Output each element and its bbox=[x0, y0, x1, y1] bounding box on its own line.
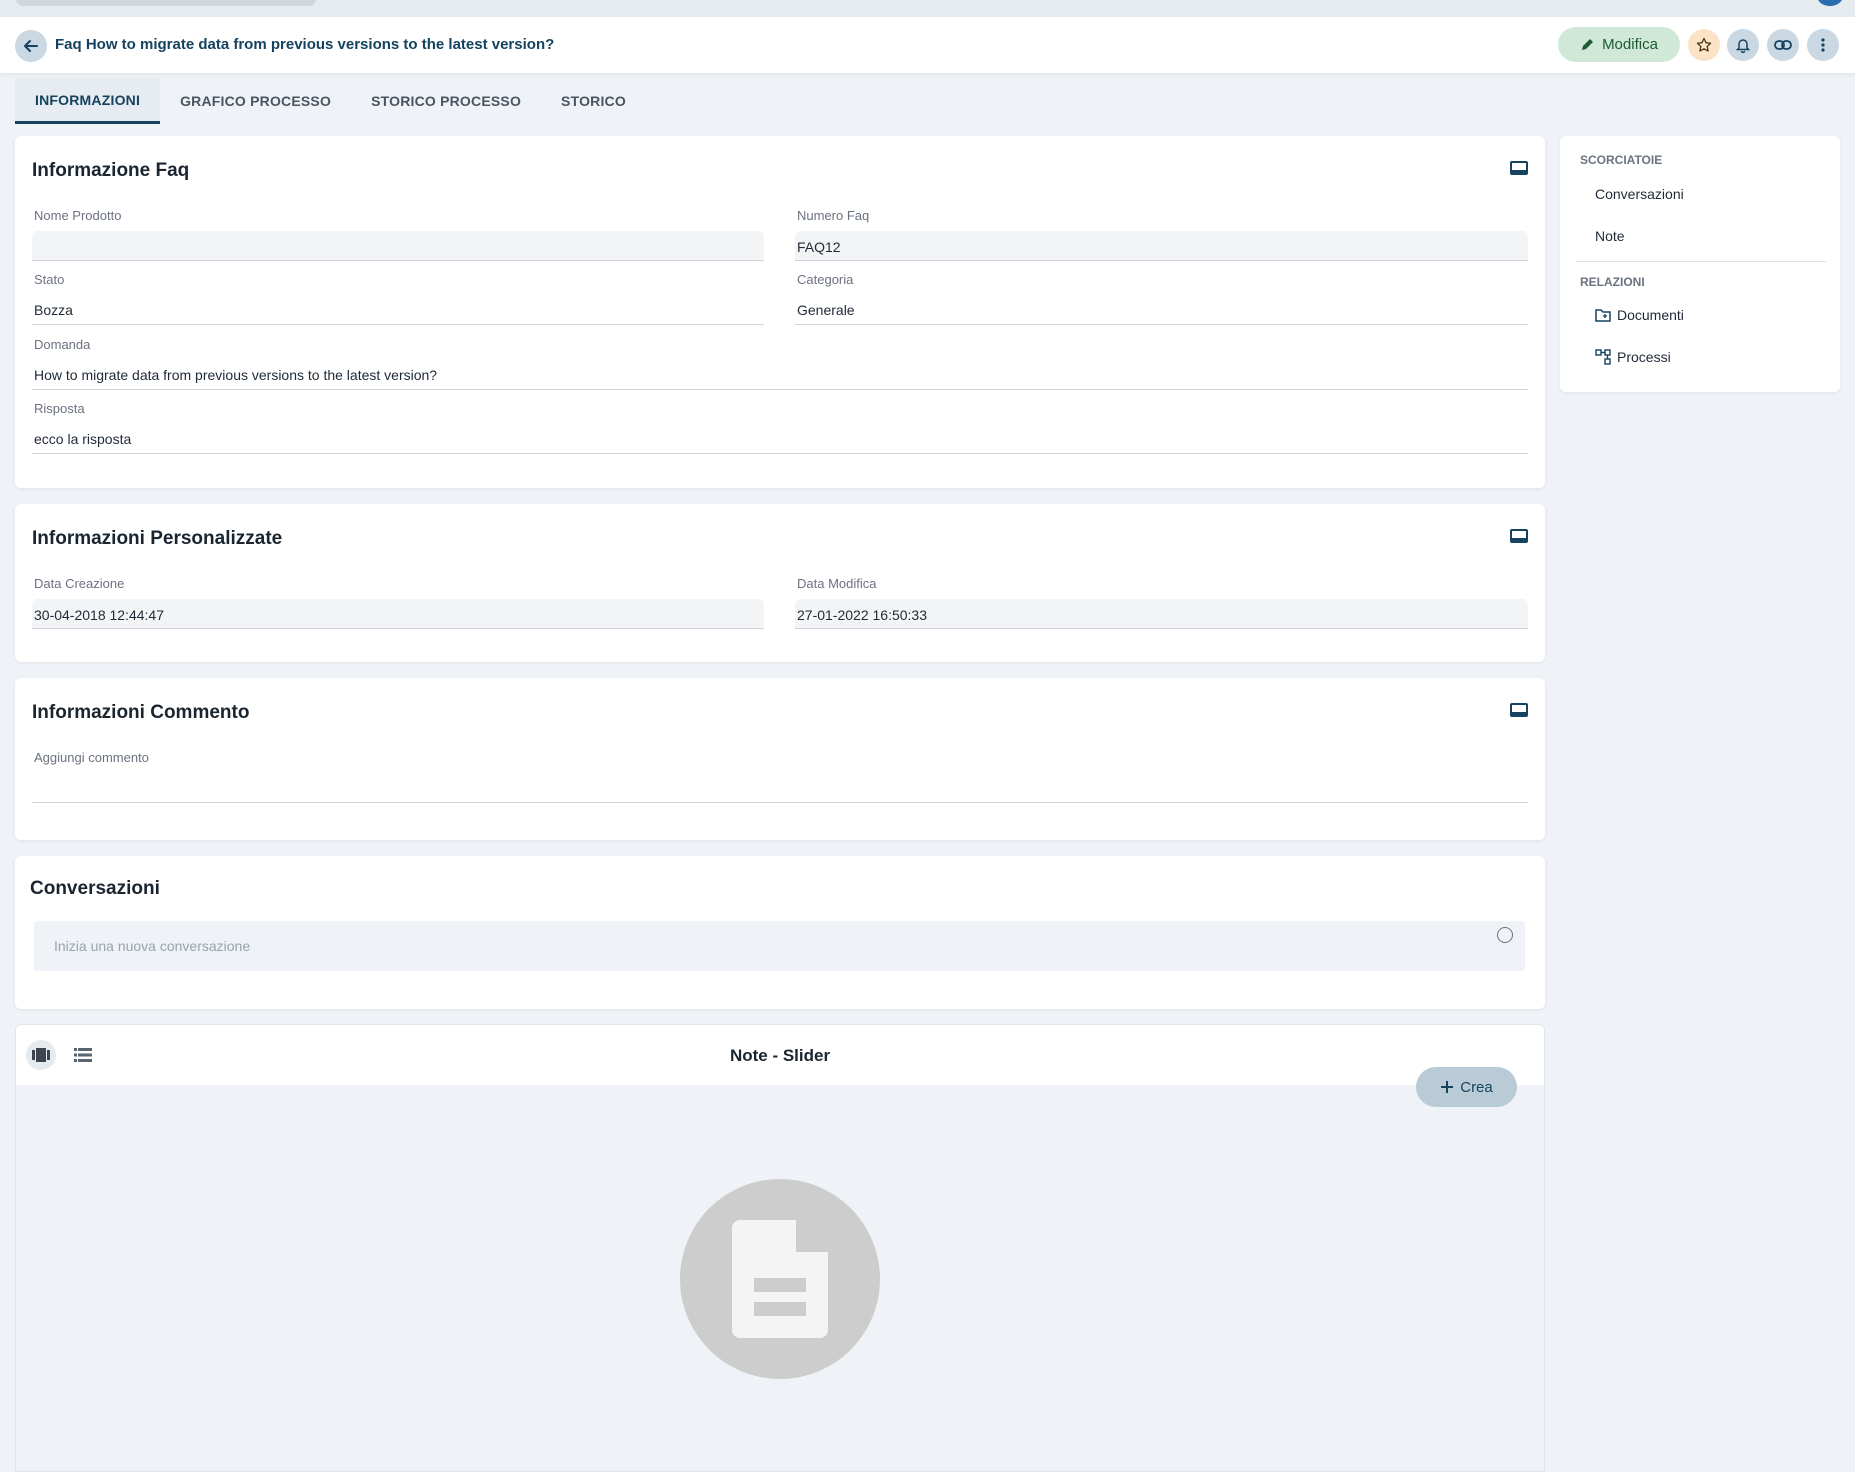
folder-icon bbox=[1595, 309, 1611, 322]
favorite-button[interactable] bbox=[1688, 29, 1720, 61]
modified-label: Data Modifica bbox=[797, 576, 877, 591]
notifications-button[interactable] bbox=[1727, 29, 1759, 61]
faq-info-title: Informazione Faq bbox=[32, 160, 190, 181]
top-strip bbox=[0, 0, 1855, 17]
record-header: Faq How to migrate data from previous ve… bbox=[0, 17, 1855, 73]
comment-info-title: Informazioni Commento bbox=[32, 702, 250, 723]
more-vertical-icon bbox=[1821, 38, 1825, 52]
emoji-icon[interactable] bbox=[1497, 927, 1513, 943]
question-label: Domanda bbox=[34, 337, 91, 352]
star-icon bbox=[1696, 37, 1712, 52]
link-button[interactable] bbox=[1767, 29, 1799, 61]
notes-toolbar: Note - Slider bbox=[16, 1025, 1544, 1085]
faq-info-card: Informazione Faq Nome Prodotto Numero Fa… bbox=[15, 136, 1545, 488]
document-icon bbox=[732, 1220, 828, 1338]
sidebar-item-label: Documenti bbox=[1617, 307, 1684, 323]
collapse-icon[interactable] bbox=[1510, 703, 1528, 717]
back-button[interactable] bbox=[15, 30, 47, 62]
answer-label: Risposta bbox=[34, 401, 85, 416]
sidebar-item-processi[interactable]: Processi bbox=[1595, 349, 1671, 365]
tab-storico-processo[interactable]: STORICO PROCESSO bbox=[351, 78, 541, 124]
tab-grafico-processo[interactable]: GRAFICO PROCESSO bbox=[160, 78, 351, 124]
pencil-icon bbox=[1582, 38, 1594, 50]
tab-informazioni[interactable]: INFORMAZIONI bbox=[15, 78, 161, 124]
number-label: Numero Faq bbox=[797, 208, 870, 223]
tab-storico[interactable]: STORICO bbox=[541, 78, 646, 124]
conversation-placeholder: Inizia una nuova conversazione bbox=[54, 938, 251, 954]
link-icon bbox=[1774, 40, 1792, 50]
status-label: Stato bbox=[34, 272, 65, 287]
sidebar-item-label: Conversazioni bbox=[1595, 186, 1684, 202]
relations-heading: RELAZIONI bbox=[1580, 275, 1645, 289]
shortcuts-heading: SCORCIATOIE bbox=[1580, 153, 1663, 167]
notes-slider: Note - Slider Crea bbox=[15, 1024, 1545, 1472]
create-note-label: Crea bbox=[1460, 1078, 1493, 1096]
bell-icon bbox=[1736, 39, 1750, 53]
notes-title: Note - Slider bbox=[729, 1046, 831, 1065]
empty-notes-illustration bbox=[680, 1179, 880, 1379]
collapse-icon[interactable] bbox=[1510, 529, 1528, 543]
comment-field[interactable] bbox=[32, 773, 1528, 803]
category-label: Categoria bbox=[797, 272, 854, 287]
collapse-icon[interactable] bbox=[1510, 161, 1528, 175]
sidebar-item-label: Note bbox=[1595, 228, 1625, 244]
custom-info-title: Informazioni Personalizzate bbox=[32, 528, 283, 549]
plus-icon bbox=[1441, 1081, 1454, 1093]
sidebar-item-documenti[interactable]: Documenti bbox=[1595, 307, 1684, 323]
sidebar-divider bbox=[1576, 261, 1826, 262]
status-field[interactable]: Bozza bbox=[32, 295, 764, 325]
comment-info-card: Informazioni Commento Aggiungi commento bbox=[15, 678, 1545, 840]
process-icon bbox=[1595, 349, 1611, 365]
conversation-input[interactable]: Inizia una nuova conversazione bbox=[34, 921, 1525, 971]
created-field: 30-04-2018 12:44:47 bbox=[32, 599, 764, 629]
conversations-card: Conversazioni Inizia una nuova conversaz… bbox=[15, 856, 1545, 1009]
category-field[interactable]: Generale bbox=[795, 295, 1528, 325]
arrow-left-icon bbox=[24, 40, 38, 52]
add-comment-label: Aggiungi commento bbox=[34, 750, 149, 765]
edit-button-label: Modifica bbox=[1602, 36, 1658, 53]
more-button[interactable] bbox=[1807, 29, 1839, 61]
number-field[interactable]: FAQ12 bbox=[795, 231, 1528, 261]
sidebar-item-note[interactable]: Note bbox=[1595, 228, 1625, 244]
sidebar-item-conversazioni[interactable]: Conversazioni bbox=[1595, 186, 1684, 202]
conversations-title: Conversazioni bbox=[30, 878, 160, 899]
edit-button[interactable]: Modifica bbox=[1558, 27, 1680, 62]
globe-icon[interactable] bbox=[1817, 0, 1843, 6]
create-note-button[interactable]: Crea bbox=[1416, 1067, 1517, 1107]
question-field[interactable]: How to migrate data from previous versio… bbox=[32, 360, 1528, 390]
page-title: Faq How to migrate data from previous ve… bbox=[55, 36, 555, 53]
answer-field[interactable]: ecco la risposta bbox=[32, 424, 1528, 454]
product-field[interactable] bbox=[32, 231, 764, 261]
sidebar-item-label: Processi bbox=[1617, 349, 1671, 365]
created-label: Data Creazione bbox=[34, 576, 125, 591]
custom-info-card: Informazioni Personalizzate Data Creazio… bbox=[15, 504, 1545, 662]
search-pill[interactable] bbox=[16, 0, 316, 6]
modified-field: 27-01-2022 16:50:33 bbox=[795, 599, 1528, 629]
product-label: Nome Prodotto bbox=[34, 208, 122, 223]
tab-bar: INFORMAZIONI GRAFICO PROCESSO STORICO PR… bbox=[15, 78, 646, 124]
sidebar: SCORCIATOIE Conversazioni Note RELAZIONI… bbox=[1560, 136, 1840, 392]
